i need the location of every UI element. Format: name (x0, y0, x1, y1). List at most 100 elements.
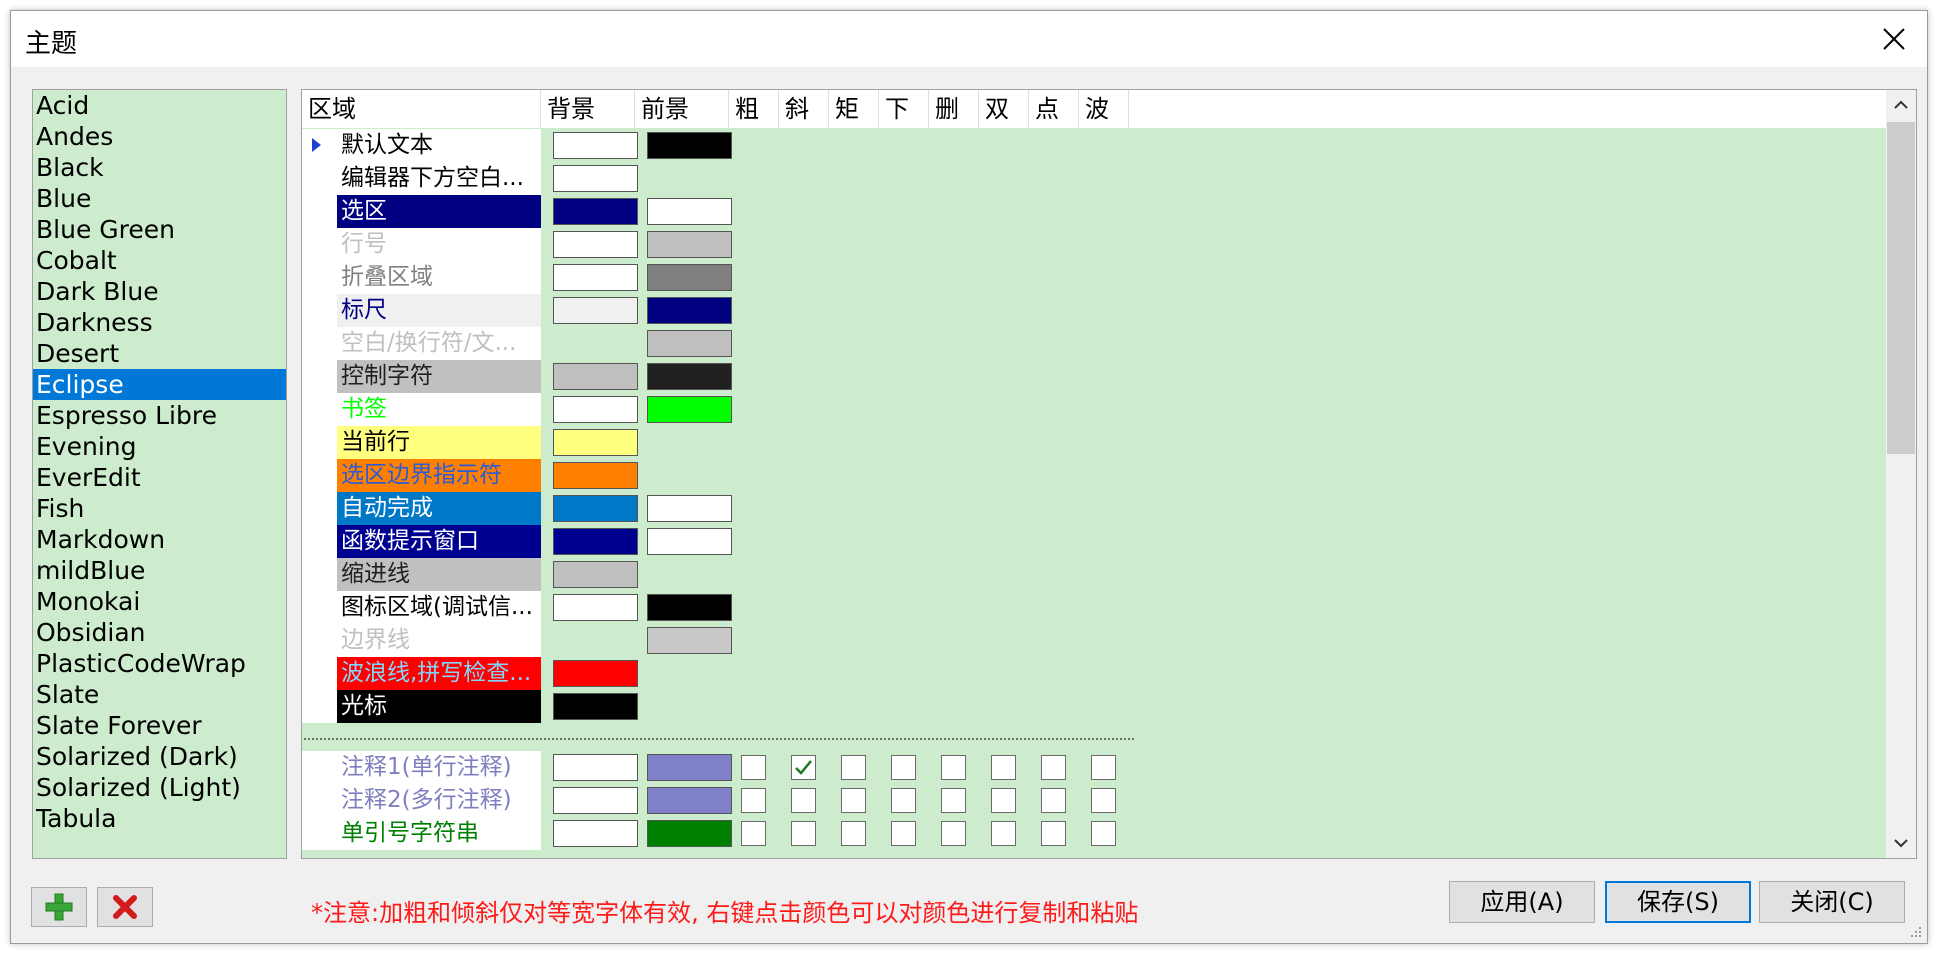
theme-list-item[interactable]: Blue Green (33, 214, 286, 245)
background-color-swatch[interactable] (553, 820, 638, 847)
table-row[interactable]: 注释1(单行注释) (302, 751, 1402, 784)
theme-list-item[interactable]: Andes (33, 121, 286, 152)
save-button[interactable]: 保存(S) (1605, 881, 1751, 923)
close-button[interactable]: 关闭(C) (1759, 881, 1905, 923)
background-color-swatch[interactable] (553, 660, 638, 687)
foreground-color-swatch[interactable] (647, 198, 732, 225)
apply-button[interactable]: 应用(A) (1449, 881, 1595, 923)
style-checkbox[interactable] (941, 788, 966, 813)
foreground-color-swatch[interactable] (647, 330, 732, 357)
scroll-thumb[interactable] (1887, 122, 1915, 454)
table-row[interactable]: 图标区域(调试信... (302, 591, 1402, 624)
foreground-color-swatch[interactable] (647, 297, 732, 324)
column-header[interactable]: 下 (879, 90, 929, 128)
style-checkbox[interactable] (891, 755, 916, 780)
background-color-swatch[interactable] (553, 594, 638, 621)
theme-list-item[interactable]: Espresso Libre (33, 400, 286, 431)
table-row[interactable]: 单引号字符串 (302, 817, 1402, 850)
chevron-down-icon[interactable] (1886, 828, 1916, 858)
background-color-swatch[interactable] (553, 429, 638, 456)
delete-theme-button[interactable] (97, 887, 153, 927)
resize-grip-icon[interactable] (1907, 923, 1923, 939)
style-checkbox[interactable] (791, 821, 816, 846)
theme-list-item[interactable]: Blue (33, 183, 286, 214)
background-color-swatch[interactable] (553, 165, 638, 192)
style-checkbox[interactable] (1091, 788, 1116, 813)
background-color-swatch[interactable] (553, 787, 638, 814)
theme-list-item[interactable]: PlasticCodeWrap (33, 648, 286, 679)
add-theme-button[interactable] (31, 887, 87, 927)
background-color-swatch[interactable] (553, 231, 638, 258)
style-checkbox[interactable] (1041, 788, 1066, 813)
background-color-swatch[interactable] (553, 754, 638, 781)
theme-list-item[interactable]: Black (33, 152, 286, 183)
foreground-color-swatch[interactable] (647, 132, 732, 159)
foreground-color-swatch[interactable] (647, 495, 732, 522)
style-checkbox[interactable] (941, 755, 966, 780)
table-row[interactable]: 标尺 (302, 294, 1402, 327)
theme-list-item[interactable]: Obsidian (33, 617, 286, 648)
table-row[interactable]: 折叠区域 (302, 261, 1402, 294)
style-checkbox[interactable] (941, 821, 966, 846)
table-row[interactable]: 选区 (302, 195, 1402, 228)
table-row[interactable]: 选区边界指示符 (302, 459, 1402, 492)
background-color-swatch[interactable] (553, 297, 638, 324)
table-row[interactable]: 边界线 (302, 624, 1402, 657)
table-row[interactable]: 自动完成 (302, 492, 1402, 525)
theme-list-item[interactable]: Acid (33, 90, 286, 121)
style-checkbox[interactable] (841, 788, 866, 813)
style-checkbox[interactable] (891, 788, 916, 813)
style-checkbox[interactable] (1091, 821, 1116, 846)
theme-list-item[interactable]: Desert (33, 338, 286, 369)
background-color-swatch[interactable] (553, 396, 638, 423)
table-row[interactable]: 缩进线 (302, 558, 1402, 591)
background-color-swatch[interactable] (553, 495, 638, 522)
column-header[interactable]: 双 (979, 90, 1029, 128)
foreground-color-swatch[interactable] (647, 627, 732, 654)
column-header[interactable]: 粗 (729, 90, 779, 128)
table-row[interactable]: 编辑器下方空白... (302, 162, 1402, 195)
theme-list-item[interactable]: mildBlue (33, 555, 286, 586)
theme-list-item[interactable]: Fish (33, 493, 286, 524)
theme-list-item[interactable]: Tabula (33, 803, 286, 834)
vertical-scrollbar[interactable] (1886, 90, 1916, 858)
theme-list-item[interactable]: Slate (33, 679, 286, 710)
background-color-swatch[interactable] (553, 528, 638, 555)
column-header[interactable]: 删 (929, 90, 979, 128)
column-header[interactable]: 矩 (829, 90, 879, 128)
theme-list-item[interactable]: Markdown (33, 524, 286, 555)
foreground-color-swatch[interactable] (647, 264, 732, 291)
table-row[interactable]: 波浪线,拼写检查... (302, 657, 1402, 690)
theme-list-item[interactable]: Solarized (Dark) (33, 741, 286, 772)
style-checkbox[interactable] (791, 788, 816, 813)
style-checkbox[interactable] (791, 755, 816, 780)
column-header[interactable]: 斜 (779, 90, 829, 128)
foreground-color-swatch[interactable] (647, 528, 732, 555)
foreground-color-swatch[interactable] (647, 820, 732, 847)
background-color-swatch[interactable] (553, 132, 638, 159)
theme-list-item[interactable]: Evening (33, 431, 286, 462)
table-row[interactable]: 函数提示窗口 (302, 525, 1402, 558)
table-row[interactable]: 书签 (302, 393, 1402, 426)
table-row[interactable]: 行号 (302, 228, 1402, 261)
style-checkbox[interactable] (991, 755, 1016, 780)
background-color-swatch[interactable] (553, 363, 638, 390)
style-checkbox[interactable] (841, 755, 866, 780)
style-checkbox[interactable] (891, 821, 916, 846)
column-header[interactable]: 背景 (541, 90, 635, 128)
foreground-color-swatch[interactable] (647, 787, 732, 814)
background-color-swatch[interactable] (553, 561, 638, 588)
theme-list-item[interactable]: Monokai (33, 586, 286, 617)
background-color-swatch[interactable] (553, 264, 638, 291)
column-header[interactable]: 点 (1029, 90, 1079, 128)
style-checkbox[interactable] (741, 755, 766, 780)
theme-list-item[interactable]: Slate Forever (33, 710, 286, 741)
table-row[interactable]: 注释2(多行注释) (302, 784, 1402, 817)
close-icon[interactable] (1871, 17, 1917, 61)
style-checkbox[interactable] (1041, 821, 1066, 846)
style-checkbox[interactable] (1091, 755, 1116, 780)
style-checkbox[interactable] (991, 821, 1016, 846)
table-row[interactable]: 空白/换行符/文... (302, 327, 1402, 360)
foreground-color-swatch[interactable] (647, 754, 732, 781)
theme-list[interactable]: Acid Andes Black Blue Blue Green Cobalt Dark B… (32, 89, 287, 859)
